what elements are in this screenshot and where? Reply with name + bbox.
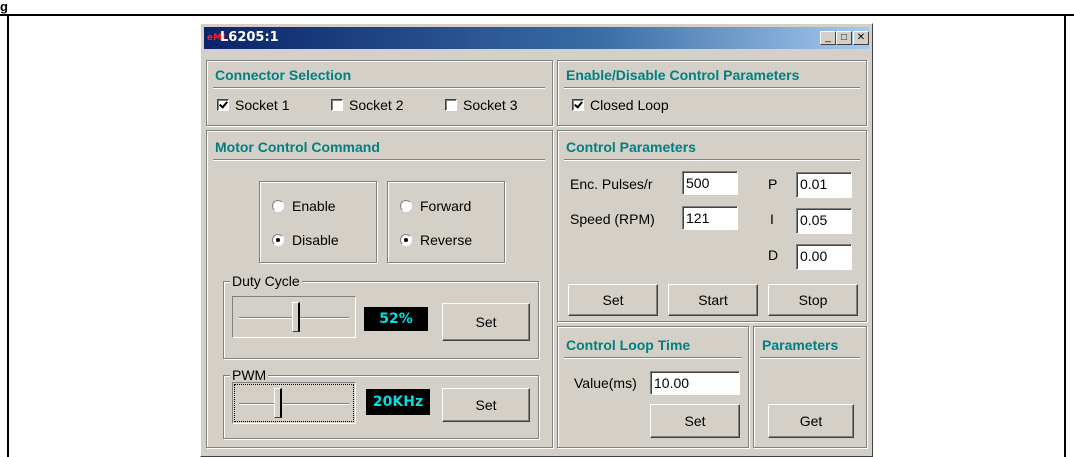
parameters-panel: Parameters Get: [753, 326, 867, 448]
parameters-title: Parameters: [762, 337, 839, 353]
checkbox-icon: [217, 99, 229, 111]
enable-label: Enable: [292, 198, 336, 214]
connector-selection-title: Connector Selection: [215, 67, 352, 83]
radio-selected-icon: [272, 234, 284, 246]
d-input[interactable]: 0.00: [796, 244, 852, 270]
speed-input[interactable]: 121: [682, 206, 738, 230]
forward-radio[interactable]: Forward: [400, 198, 471, 214]
p-input[interactable]: 0.01: [796, 172, 852, 198]
duty-cycle-label: Duty Cycle: [230, 273, 302, 289]
closed-loop-label: Closed Loop: [590, 97, 669, 113]
l6205-window: eMI L6205:1 _ □ ✕ Connector Selection So…: [200, 23, 873, 457]
forward-label: Forward: [420, 198, 472, 214]
closed-loop-checkbox[interactable]: Closed Loop: [572, 97, 669, 113]
panel-divider: [564, 87, 860, 89]
motor-control-panel: Motor Control Command Enable Disable For…: [206, 130, 553, 448]
radio-icon: [272, 200, 284, 212]
frame-right-border: [1064, 14, 1066, 457]
pwm-slider[interactable]: [232, 382, 356, 424]
pwm-group: PWM 20KHz Set: [223, 367, 539, 439]
d-label: D: [768, 247, 779, 263]
p-label: P: [768, 176, 778, 192]
panel-divider: [760, 357, 860, 359]
title-bar[interactable]: eMI L6205:1 _ □ ✕: [204, 27, 869, 49]
checkbox-icon: [331, 99, 343, 111]
panel-divider: [213, 87, 545, 89]
enable-state-group: Enable Disable: [259, 181, 377, 263]
stop-button[interactable]: Stop: [768, 284, 858, 316]
frame-top-border: [0, 14, 1074, 16]
loop-time-set-button[interactable]: Set: [650, 404, 740, 438]
enc-pulses-input[interactable]: 500: [682, 171, 738, 195]
frame-left-border: [7, 14, 9, 457]
speed-label: Speed (RPM): [570, 211, 655, 227]
close-icon: ✕: [856, 32, 866, 43]
maximize-button[interactable]: □: [836, 31, 852, 45]
enable-disable-panel: Enable/Disable Control Parameters Closed…: [557, 60, 867, 126]
maximize-icon: □: [840, 32, 848, 43]
duty-cycle-group: Duty Cycle 52% Set: [223, 273, 539, 359]
i-input[interactable]: 0.05: [796, 208, 852, 234]
minimize-button[interactable]: _: [820, 31, 836, 45]
socket-1-checkbox[interactable]: Socket 1: [217, 97, 289, 113]
panel-divider: [564, 357, 742, 359]
duty-cycle-set-button[interactable]: Set: [442, 303, 530, 341]
panel-divider: [213, 159, 545, 161]
socket-2-checkbox[interactable]: Socket 2: [331, 97, 403, 113]
loop-time-input[interactable]: 10.00: [650, 371, 740, 395]
direction-group: Forward Reverse: [387, 181, 505, 263]
enable-disable-title: Enable/Disable Control Parameters: [566, 67, 800, 83]
control-loop-time-title: Control Loop Time: [566, 337, 691, 353]
get-button[interactable]: Get: [768, 404, 854, 438]
disable-label: Disable: [292, 232, 339, 248]
checkbox-icon: [445, 99, 457, 111]
figure-label: g: [0, 0, 8, 14]
duty-cycle-slider[interactable]: [232, 296, 356, 338]
pwm-set-button[interactable]: Set: [442, 388, 530, 422]
radio-selected-icon: [400, 234, 412, 246]
reverse-label: Reverse: [420, 232, 473, 248]
enc-pulses-label: Enc. Pulses/r: [570, 176, 653, 192]
socket-3-checkbox[interactable]: Socket 3: [445, 97, 517, 113]
window-title: L6205:1: [220, 30, 279, 45]
motor-control-title: Motor Control Command: [215, 139, 380, 155]
control-set-button[interactable]: Set: [568, 284, 658, 316]
duty-cycle-display: 52%: [364, 307, 428, 331]
socket-2-label: Socket 2: [349, 97, 404, 113]
slider-track: [239, 403, 349, 405]
pwm-label: PWM: [230, 367, 269, 383]
radio-icon: [400, 200, 412, 212]
control-parameters-panel: Control Parameters Enc. Pulses/r 500 Spe…: [557, 130, 867, 322]
panel-divider: [564, 159, 860, 161]
reverse-radio[interactable]: Reverse: [400, 232, 472, 248]
value-ms-label: Value(ms): [574, 375, 637, 391]
socket-1-label: Socket 1: [235, 97, 290, 113]
app-logo-icon: eMI: [207, 33, 226, 43]
disable-radio[interactable]: Disable: [272, 232, 339, 248]
pwm-display: 20KHz: [366, 389, 430, 415]
duty-cycle-slider-thumb[interactable]: [292, 302, 300, 332]
i-label: I: [770, 211, 774, 227]
checkbox-icon: [572, 99, 584, 111]
pwm-slider-thumb[interactable]: [274, 388, 282, 418]
control-loop-time-panel: Control Loop Time Value(ms) 10.00 Set: [557, 326, 749, 448]
socket-3-label: Socket 3: [463, 97, 518, 113]
connector-selection-panel: Connector Selection Socket 1 Socket 2 So…: [206, 60, 553, 126]
start-button[interactable]: Start: [668, 284, 758, 316]
minimize-icon: _: [825, 32, 831, 43]
close-button[interactable]: ✕: [853, 31, 869, 45]
enable-radio[interactable]: Enable: [272, 198, 336, 214]
control-parameters-title: Control Parameters: [566, 139, 696, 155]
